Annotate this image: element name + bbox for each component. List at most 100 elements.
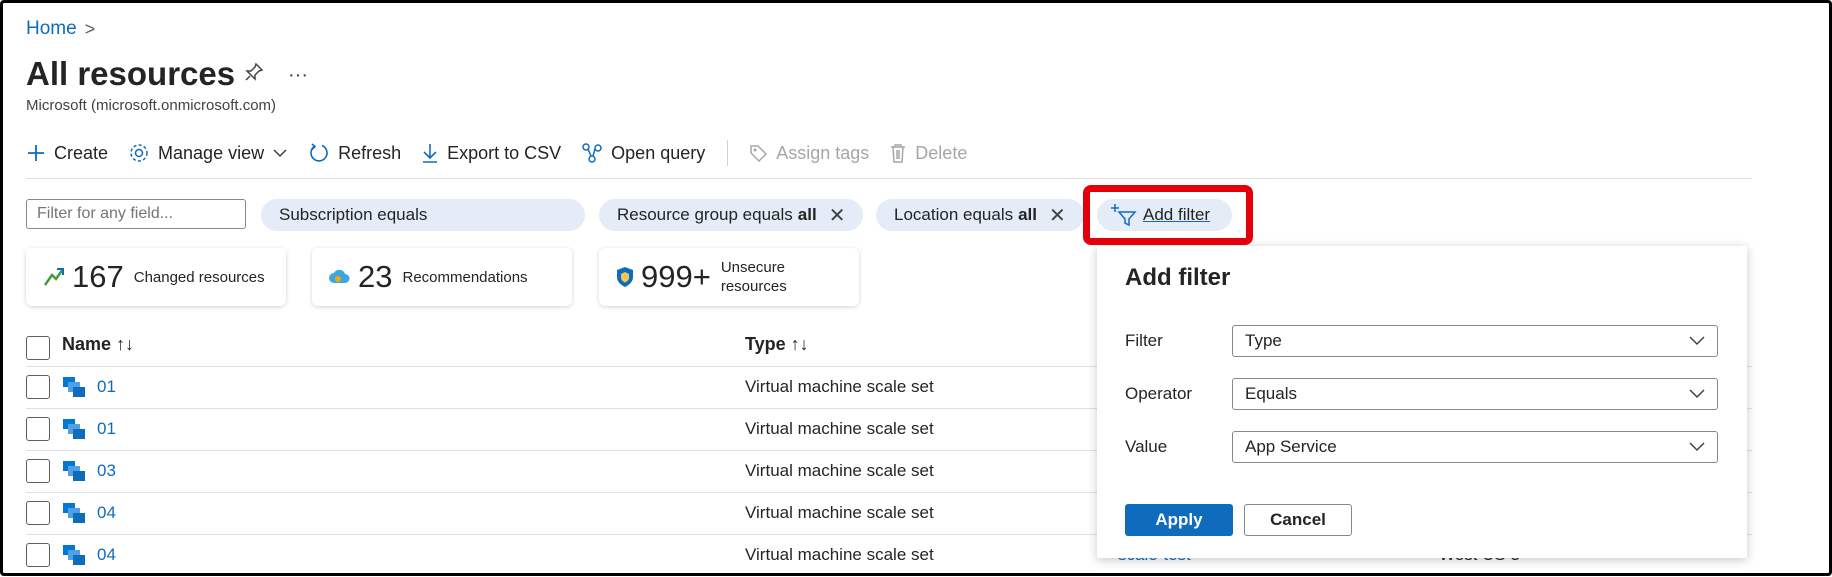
change-icon — [44, 268, 64, 286]
location-filter-value: all — [1018, 205, 1037, 224]
resource-name-link[interactable]: 01 — [97, 419, 116, 439]
subscription-filter-label: Subscription equals — [279, 205, 428, 224]
operator-dropdown[interactable]: Equals — [1232, 378, 1718, 410]
row-checkbox[interactable] — [26, 543, 50, 567]
filter-search-input[interactable] — [26, 199, 246, 229]
resource-type: Virtual machine scale set — [745, 545, 934, 564]
type-column-header[interactable]: Type ↑↓ — [745, 334, 809, 355]
gear-icon — [130, 144, 148, 162]
breadcrumb: Home > — [26, 18, 95, 40]
add-filter-panel: Add filter Filter Type Operator Equals V… — [1097, 246, 1747, 558]
apply-button[interactable]: Apply — [1125, 504, 1233, 536]
close-icon[interactable]: ✕ — [1049, 203, 1066, 228]
operator-value: Equals — [1245, 384, 1297, 403]
row-checkbox[interactable] — [26, 375, 50, 399]
resource-type: Virtual machine scale set — [745, 503, 934, 522]
trash-icon — [891, 144, 906, 163]
manage-view-label: Manage view — [158, 142, 265, 163]
value-field-row: Value App Service — [1125, 431, 1719, 463]
changed-resources-count: 167 — [72, 259, 124, 294]
value-dropdown[interactable]: App Service — [1232, 431, 1718, 463]
tenant-subtitle: Microsoft (microsoft.onmicrosoft.com) — [26, 97, 277, 114]
changed-resources-label: Changed resources — [133, 268, 265, 286]
resource-type: Virtual machine scale set — [745, 461, 934, 480]
name-column-header[interactable]: Name ↑↓ — [62, 334, 134, 355]
pin-icon[interactable] — [244, 62, 264, 88]
resource-name-link[interactable]: 04 — [97, 503, 116, 523]
filter-field-value: Type — [1245, 331, 1282, 350]
cloud-advisor-icon — [329, 269, 350, 283]
vm-scale-set-icon — [63, 545, 85, 565]
unsecure-label-line2: resources — [720, 278, 787, 295]
delete-button[interactable]: Delete — [889, 143, 967, 164]
close-icon[interactable]: ✕ — [829, 203, 846, 228]
export-csv-label: Export to CSV — [447, 142, 562, 163]
row-checkbox[interactable] — [26, 501, 50, 525]
add-filter-panel-title: Add filter — [1125, 264, 1231, 291]
export-csv-button[interactable]: Export to CSV — [421, 143, 561, 164]
operator-field-row: Operator Equals — [1125, 378, 1719, 410]
refresh-label: Refresh — [338, 142, 402, 163]
chevron-down-icon — [1689, 336, 1705, 346]
highlight-box — [1083, 185, 1253, 245]
toolbar-divider — [727, 140, 729, 166]
assign-tags-button[interactable]: Assign tags — [748, 143, 869, 164]
operator-field-label: Operator — [1125, 384, 1193, 403]
query-icon — [582, 143, 602, 163]
resource-group-filter-pill[interactable]: Resource group equals all ✕ — [599, 199, 864, 231]
recommendations-label: Recommendations — [402, 268, 528, 286]
assign-tags-label: Assign tags — [776, 142, 870, 163]
unsecure-resources-card[interactable]: 999+ Unsecure resources — [599, 248, 859, 306]
resource-name-link[interactable]: 04 — [97, 545, 116, 565]
shield-icon — [617, 267, 633, 287]
tag-icon — [750, 145, 768, 163]
breadcrumb-home-link[interactable]: Home — [26, 18, 77, 40]
redaction-mask — [122, 371, 322, 403]
ellipsis-icon[interactable]: ··· — [288, 64, 308, 87]
select-all-checkbox[interactable] — [26, 336, 50, 360]
resource-type: Virtual machine scale set — [745, 377, 934, 396]
resource-group-filter-label: Resource group equals — [617, 205, 793, 224]
unsecure-label-line1: Unsecure — [720, 259, 786, 276]
manage-view-button[interactable]: Manage view — [128, 142, 288, 164]
recommendations-card[interactable]: 23 Recommendations — [312, 248, 572, 306]
create-label: Create — [54, 142, 109, 163]
toolbar-divider-line — [26, 178, 1752, 179]
chevron-down-icon — [1689, 389, 1705, 399]
cancel-button[interactable]: Cancel — [1244, 504, 1352, 536]
filter-field-dropdown[interactable]: Type — [1232, 325, 1718, 357]
open-query-button[interactable]: Open query — [581, 142, 705, 164]
location-filter-label: Location equals — [894, 205, 1014, 224]
resource-group-filter-value: all — [797, 205, 817, 224]
filter-field-label: Filter — [1125, 331, 1163, 350]
value-field-label: Value — [1125, 437, 1168, 456]
chevron-down-icon — [273, 149, 287, 158]
resource-name-link[interactable]: 01 — [97, 377, 116, 397]
row-checkbox[interactable] — [26, 459, 50, 483]
chevron-down-icon — [1689, 442, 1705, 452]
refresh-icon — [310, 143, 328, 162]
redaction-mask — [122, 455, 322, 487]
redaction-mask — [122, 413, 322, 445]
unsecure-resources-label: Unsecure resources — [721, 258, 787, 296]
refresh-button[interactable]: Refresh — [308, 142, 401, 164]
subscription-filter-pill[interactable]: Subscription equals — [261, 199, 585, 231]
download-icon — [423, 144, 438, 163]
vm-scale-set-icon — [63, 503, 85, 523]
recommendations-count: 23 — [358, 259, 393, 294]
resource-name-link[interactable]: 03 — [97, 461, 116, 481]
page-title: All resources — [26, 55, 236, 92]
filter-field-row: Filter Type — [1125, 325, 1719, 357]
plus-icon — [28, 145, 44, 161]
row-checkbox[interactable] — [26, 417, 50, 441]
delete-label: Delete — [915, 142, 968, 163]
changed-resources-card[interactable]: 167 Changed resources — [26, 248, 286, 306]
unsecure-resources-count: 999+ — [641, 259, 711, 294]
resource-type: Virtual machine scale set — [745, 419, 934, 438]
breadcrumb-separator: > — [84, 18, 96, 39]
create-button[interactable]: Create — [26, 143, 108, 164]
vm-scale-set-icon — [63, 377, 85, 397]
location-filter-pill[interactable]: Location equals all ✕ — [876, 199, 1084, 231]
vm-scale-set-icon — [63, 419, 85, 439]
redaction-mask — [122, 497, 322, 529]
